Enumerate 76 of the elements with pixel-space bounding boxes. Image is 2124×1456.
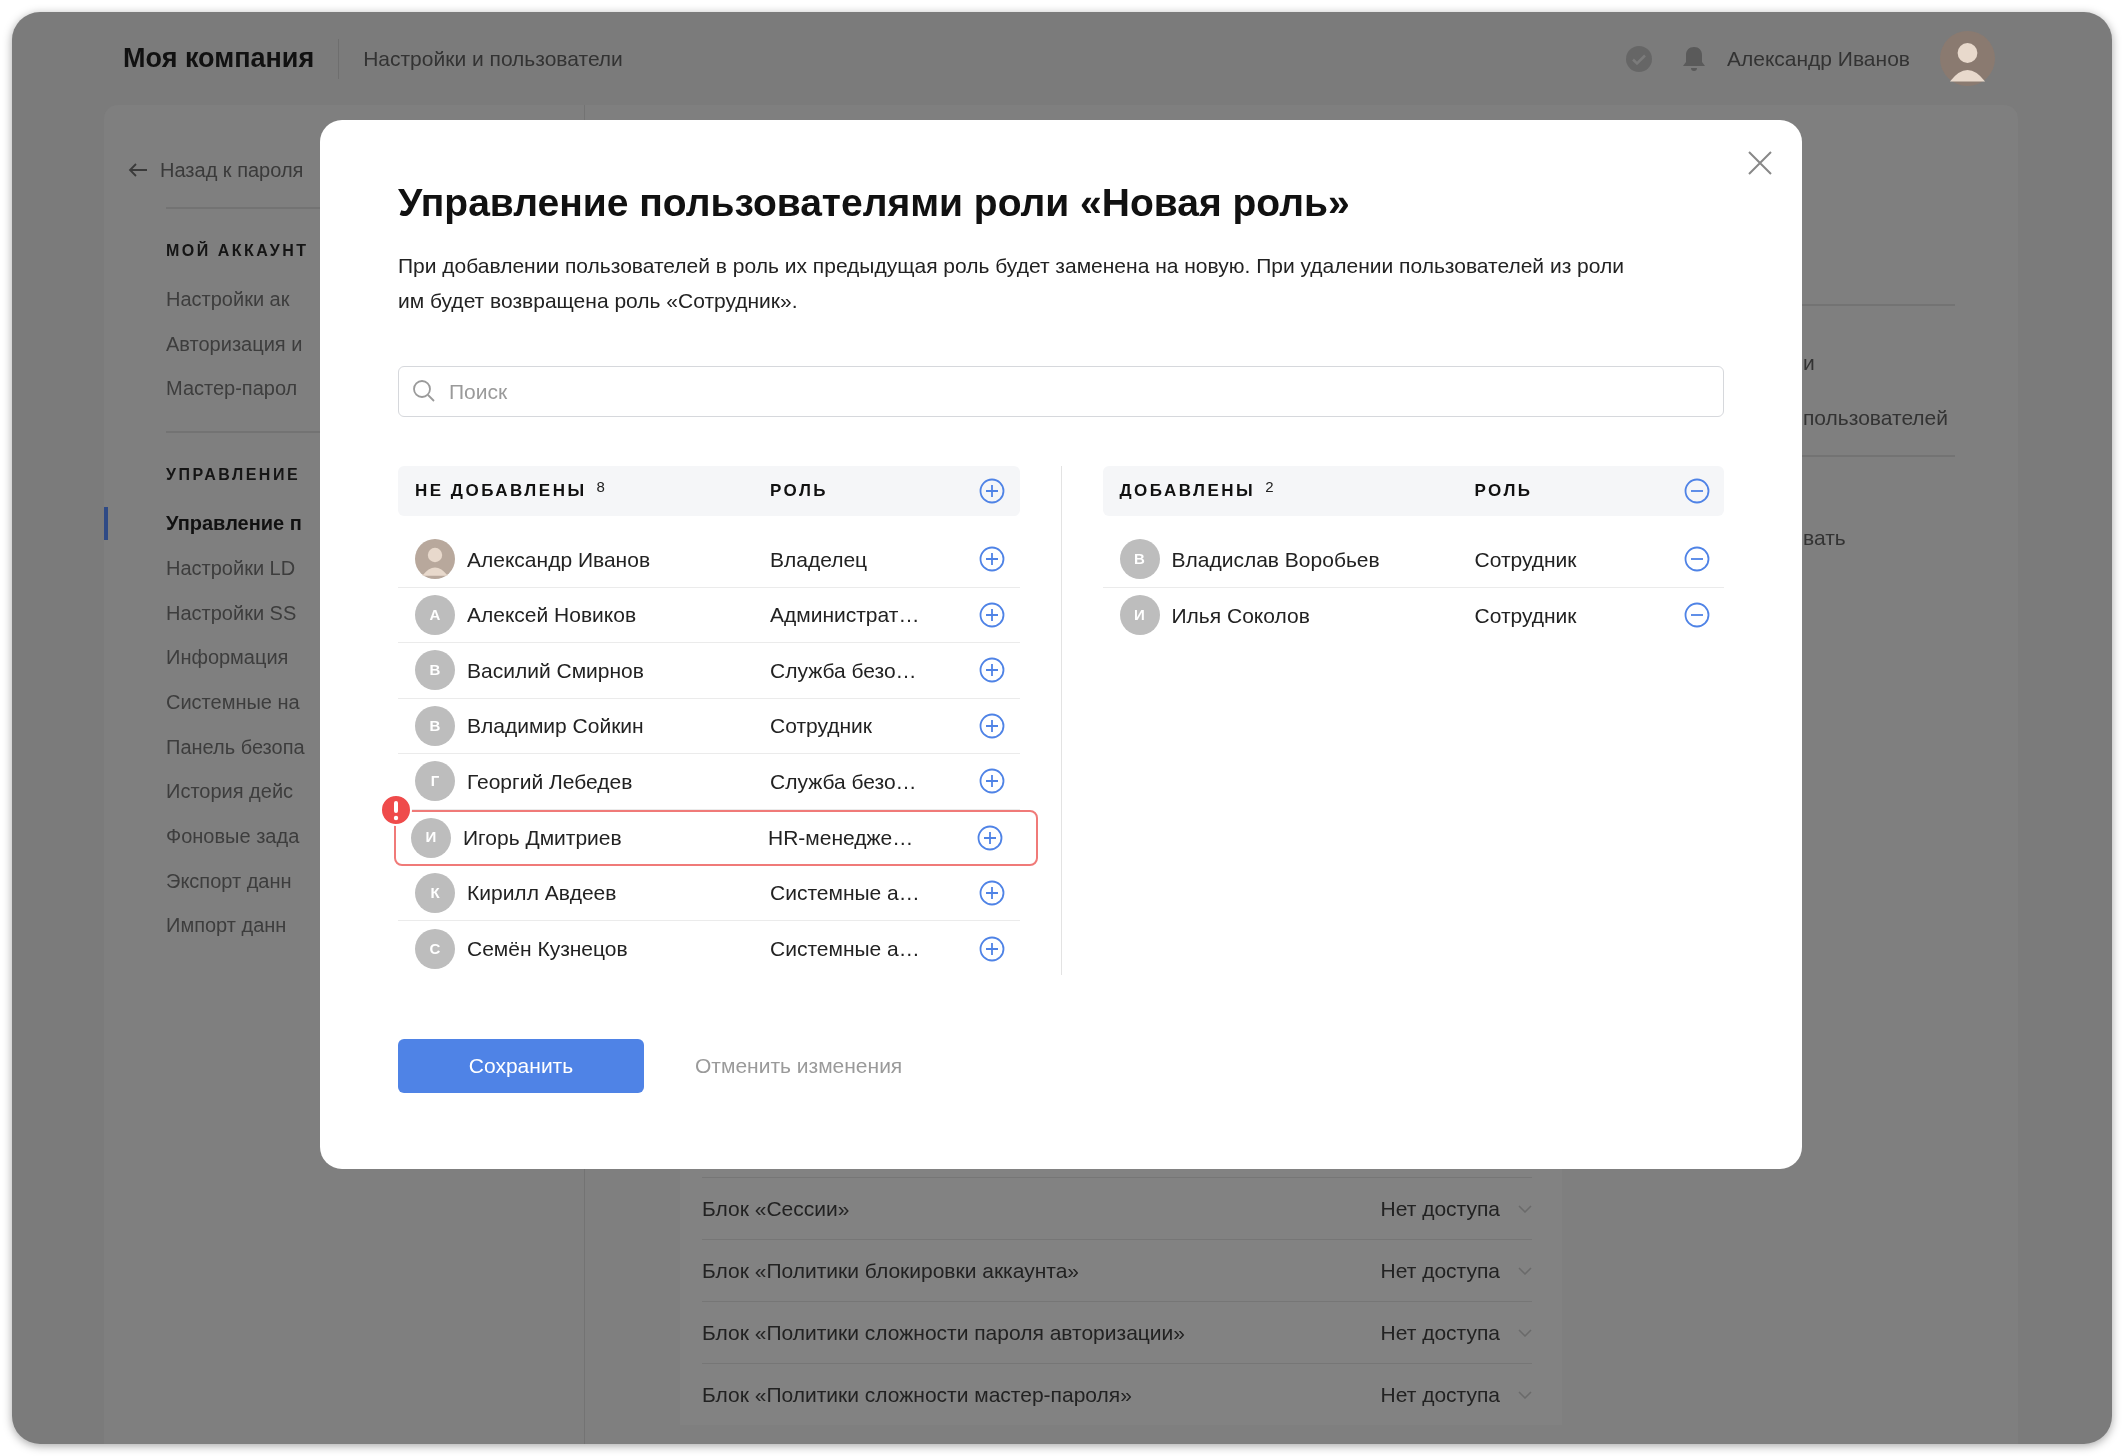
avatar (1940, 31, 1995, 86)
avatar-initial: В (415, 705, 455, 746)
user-name: Василий Смирнов (467, 657, 644, 684)
avatar-initial: В (1119, 539, 1160, 580)
user-name: Семён Кузнецов (467, 936, 628, 962)
plus-circle-icon[interactable] (979, 601, 1005, 628)
role-label: Служба безо… (770, 769, 917, 793)
sidebar-heading: МОЙ АККАУНТ (165, 240, 310, 261)
user-name: Александр Иванов (467, 546, 651, 573)
role-label: Сотрудник (1474, 603, 1577, 627)
user-name: Владислав Воробьев (1171, 546, 1380, 573)
panel-text: пользователей (1802, 404, 1950, 431)
company-name: Моя компания (123, 42, 315, 76)
permission-label: Блок «Политики сложности пароля авторизации» (702, 1319, 1186, 1346)
user-name: Георгий Лебедев (467, 768, 633, 795)
avatar (415, 539, 455, 580)
section-title: Настройки и пользователи (363, 45, 623, 72)
user-name: Алексей Новиков (467, 602, 637, 628)
cancel-button[interactable]: Отменить изменения (689, 1048, 909, 1083)
close-icon[interactable] (1747, 150, 1773, 176)
role-label: Сотрудник (770, 714, 873, 737)
panel-text: и (1802, 350, 1816, 376)
user-name[interactable]: Александр Иванов (1726, 42, 1910, 75)
plus-circle-icon[interactable] (979, 768, 1005, 795)
alert-icon (380, 793, 412, 826)
plus-circle-icon[interactable] (979, 935, 1005, 962)
role-label: Администрат… (770, 603, 920, 626)
role-label: Системные а… (770, 937, 920, 960)
avatar-initial: И (1119, 595, 1160, 636)
modal-description: При добавлении пользователей в роль их предыдущая роль будет заменена на новую. При удалении пользователей из роли им будет возвращена роль «Сотрудник». (398, 253, 1625, 314)
minus-circle-icon[interactable] (1683, 602, 1710, 629)
modal-title: Управление пользователями роли «Новая роль» (398, 180, 1351, 226)
user-name: Владимир Сойкин (467, 713, 644, 739)
user-name: Илья Соколов (1171, 602, 1310, 629)
access-dropdown[interactable]: Нет доступа (1380, 1192, 1500, 1225)
list-heading: НЕ ДОБАВЛЕНЫ (415, 480, 587, 503)
avatar-initial: А (415, 594, 455, 635)
user-name: Кирилл Авдеев (467, 880, 617, 906)
role-label: Системные а… (770, 881, 920, 904)
access-dropdown[interactable]: Нет доступа (1380, 1378, 1500, 1411)
user-name: Игорь Дмитриев (463, 824, 622, 851)
back-link[interactable]: Назад к пароля (148, 153, 304, 187)
plus-circle-icon[interactable] (979, 478, 1005, 504)
access-dropdown[interactable]: Нет доступа (1380, 1316, 1500, 1349)
role-label: Служба безо… (770, 658, 917, 682)
permission-label: Блок «Политики сложности мастер-пароля» (702, 1381, 1133, 1408)
role-label: Владелец (770, 547, 868, 571)
permission-label: Блок «Сессии» (702, 1195, 851, 1222)
minus-circle-icon[interactable] (1683, 478, 1710, 504)
avatar-initial: В (415, 650, 455, 691)
save-button[interactable]: Сохранить (398, 1038, 644, 1093)
role-label: HR-менедже… (768, 825, 914, 849)
avatar-initial: Г (415, 761, 455, 802)
plus-circle-icon[interactable] (979, 546, 1005, 573)
column-heading: РОЛЬ (1474, 481, 1533, 501)
column-heading: РОЛЬ (770, 481, 829, 501)
search-field[interactable]: Поиск (398, 366, 1724, 417)
list-heading: ДОБАВЛЕНЫ (1119, 480, 1256, 503)
plus-circle-icon[interactable] (977, 824, 1003, 851)
panel-text: вать (1802, 525, 1847, 551)
sidebar-item[interactable]: Управление п (104, 501, 584, 546)
count-label: 8 (596, 477, 605, 498)
plus-circle-icon[interactable] (979, 712, 1005, 739)
role-label: Сотрудник (1474, 547, 1577, 571)
count-label: 2 (1265, 477, 1274, 498)
avatar-initial: И (411, 817, 451, 858)
plus-circle-icon[interactable] (979, 657, 1005, 684)
avatar-initial: С (415, 928, 455, 969)
search-icon (412, 379, 436, 403)
permission-label: Блок «Политики блокировки аккаунта» (702, 1257, 1081, 1284)
minus-circle-icon[interactable] (1683, 546, 1710, 573)
sidebar-heading: УПРАВЛЕНИЕ (165, 465, 302, 486)
avatar-initial: К (415, 872, 455, 913)
access-dropdown[interactable]: Нет доступа (1380, 1254, 1500, 1287)
arrow-left-icon[interactable] (128, 162, 148, 178)
plus-circle-icon[interactable] (979, 879, 1005, 906)
